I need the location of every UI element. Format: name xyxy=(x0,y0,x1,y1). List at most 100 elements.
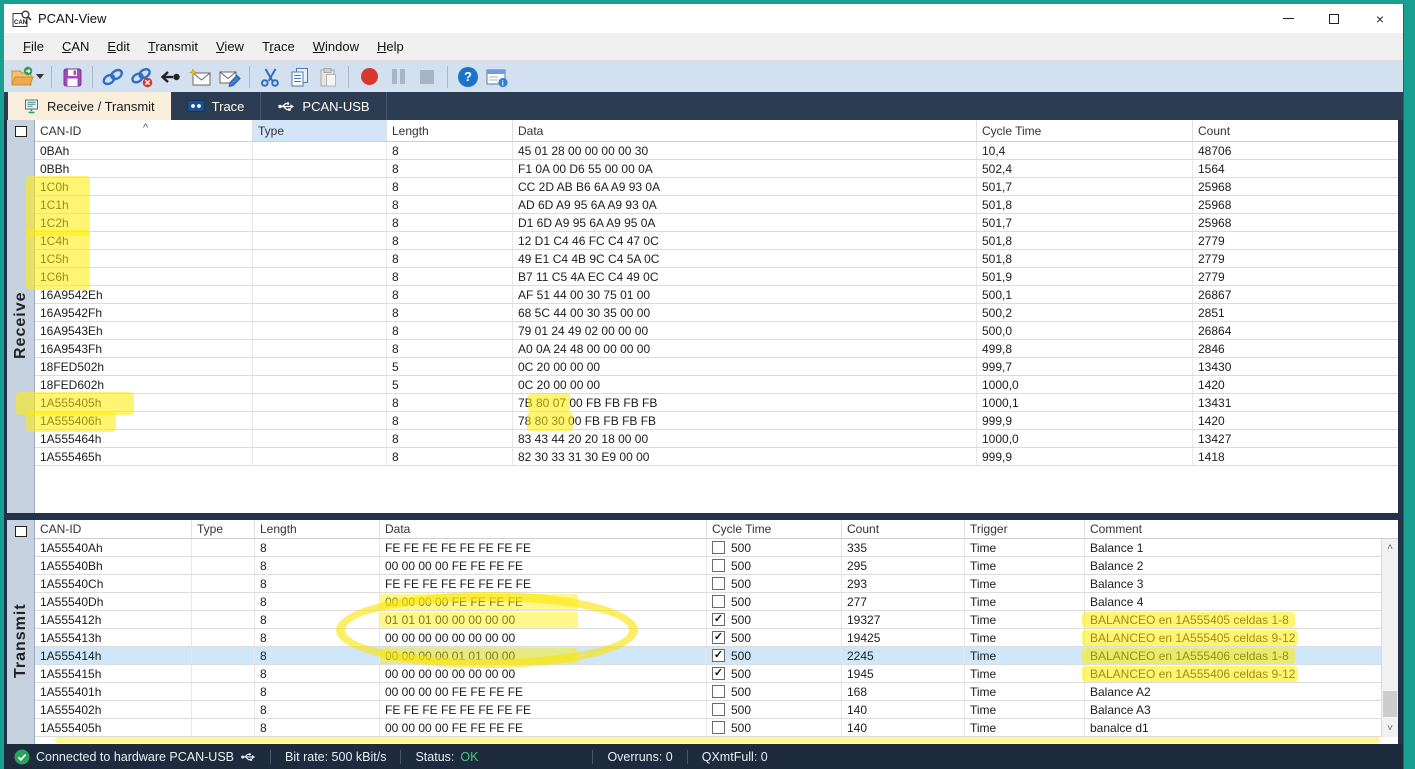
table-row[interactable]: 1A55540Bh800 00 00 00 FE FE FE FE500295T… xyxy=(35,557,1398,575)
periodic-transmit-checkbox[interactable] xyxy=(712,703,725,716)
menu-edit[interactable]: Edit xyxy=(98,35,138,58)
detach-button[interactable] xyxy=(158,64,184,90)
disconnect-button[interactable] xyxy=(129,64,155,90)
table-row[interactable]: 1A555415h800 00 00 00 00 00 00 005001945… xyxy=(35,665,1398,683)
type-cell xyxy=(192,539,255,556)
table-row[interactable]: 1A55540Ah8FE FE FE FE FE FE FE FE500335T… xyxy=(35,539,1398,557)
periodic-transmit-checkbox[interactable] xyxy=(712,721,725,734)
table-row[interactable]: 16A9543Eh879 01 24 49 02 00 00 00500,026… xyxy=(35,322,1398,340)
close-button[interactable]: × xyxy=(1357,4,1403,33)
column-header-type[interactable]: Type xyxy=(253,120,387,141)
tab-trace[interactable]: Trace xyxy=(171,92,262,120)
table-row[interactable]: 0BBh8F1 0A 00 D6 55 00 00 0A502,41564 xyxy=(35,160,1398,178)
table-row[interactable]: 1A55540Ch8FE FE FE FE FE FE FE FE500293T… xyxy=(35,575,1398,593)
table-row[interactable]: 18FED602h50C 20 00 00 001000,01420 xyxy=(35,376,1398,394)
count-cell: 13431 xyxy=(1193,394,1398,411)
column-header-data[interactable]: Data xyxy=(380,520,707,538)
column-header-count[interactable]: Count xyxy=(1193,120,1398,141)
new-message-button[interactable] xyxy=(187,64,213,90)
minimize-button[interactable] xyxy=(1265,4,1311,33)
open-dropdown-caret[interactable] xyxy=(36,74,44,79)
table-row[interactable]: 18FED502h50C 20 00 00 00999,713430 xyxy=(35,358,1398,376)
table-row[interactable]: 16A9543Fh8A0 0A 24 48 00 00 00 00499,828… xyxy=(35,340,1398,358)
table-row[interactable]: 1A555401h800 00 00 00 FE FE FE FE500168T… xyxy=(35,683,1398,701)
table-row[interactable]: 1A55540Dh800 00 00 00 FE FE FE FE500277T… xyxy=(35,593,1398,611)
data-cell: 0C 20 00 00 00 xyxy=(513,376,977,393)
save-button[interactable] xyxy=(59,64,85,90)
panel-select-icon[interactable] xyxy=(15,526,27,537)
table-row[interactable]: 1A555464h883 43 44 20 20 18 00 001000,01… xyxy=(35,430,1398,448)
periodic-transmit-checkbox[interactable] xyxy=(712,631,725,644)
column-header-trigger[interactable]: Trigger xyxy=(965,520,1085,538)
maximize-button[interactable] xyxy=(1311,4,1357,33)
pause-button[interactable] xyxy=(385,64,411,90)
table-row[interactable]: 1C2h8D1 6D A9 95 6A A9 95 0A501,725968 xyxy=(35,214,1398,232)
table-row[interactable]: 1C6h8B7 11 C5 4A EC C4 49 0C501,92779 xyxy=(35,268,1398,286)
edit-message-button[interactable] xyxy=(216,64,242,90)
menu-trace[interactable]: Trace xyxy=(253,35,304,58)
toolbar-separator xyxy=(51,66,52,88)
column-header-length[interactable]: Length xyxy=(255,520,380,538)
table-row[interactable]: 1A555414h800 00 00 00 01 01 00 005002245… xyxy=(35,647,1398,665)
table-row[interactable]: 1A555412h801 01 01 00 00 00 00 005001932… xyxy=(35,611,1398,629)
table-row[interactable]: 1C1h8AD 6D A9 95 6A A9 93 0A501,825968 xyxy=(35,196,1398,214)
count-cell: 25968 xyxy=(1193,214,1398,231)
scrollbar-thumb[interactable] xyxy=(1383,691,1397,717)
table-row[interactable]: 1C4h812 D1 C4 46 FC C4 47 0C501,82779 xyxy=(35,232,1398,250)
menu-help[interactable]: Help xyxy=(368,35,413,58)
help-button[interactable]: ? xyxy=(455,64,481,90)
column-header-data[interactable]: Data xyxy=(513,120,977,141)
tab-pcan-usb[interactable]: PCAN-USB xyxy=(261,92,386,120)
periodic-transmit-checkbox[interactable] xyxy=(712,613,725,626)
periodic-transmit-checkbox[interactable] xyxy=(712,595,725,608)
trigger-cell: Time xyxy=(965,647,1085,664)
menu-window[interactable]: Window xyxy=(304,35,368,58)
column-header-length[interactable]: Length xyxy=(387,120,513,141)
table-row[interactable]: 1A555402h8FE FE FE FE FE FE FE FE500140T… xyxy=(35,701,1398,719)
table-row[interactable]: 16A9542Eh8AF 51 44 00 30 75 01 00500,126… xyxy=(35,286,1398,304)
copy-button[interactable] xyxy=(286,64,312,90)
periodic-transmit-checkbox[interactable] xyxy=(712,577,725,590)
vertical-scrollbar[interactable]: ˄ ˅ xyxy=(1381,539,1398,737)
cut-button[interactable] xyxy=(257,64,283,90)
scroll-up-arrow[interactable]: ˄ xyxy=(1382,539,1398,556)
column-header-can-id[interactable]: CAN-ID xyxy=(35,520,192,538)
table-row[interactable]: 1A555413h800 00 00 00 00 00 00 005001942… xyxy=(35,629,1398,647)
table-row[interactable]: 0BAh845 01 28 00 00 00 00 3010,448706 xyxy=(35,142,1398,160)
column-header-count[interactable]: Count xyxy=(842,520,965,538)
menu-file[interactable]: File xyxy=(14,35,53,58)
periodic-transmit-checkbox[interactable] xyxy=(712,649,725,662)
menu-can[interactable]: CAN xyxy=(53,35,98,58)
paste-icon xyxy=(317,66,339,88)
periodic-transmit-checkbox[interactable] xyxy=(712,685,725,698)
table-row[interactable]: 1A555405h800 00 00 00 FE FE FE FE500140T… xyxy=(35,719,1398,737)
table-row[interactable]: 1C5h849 E1 C4 4B 9C C4 5A 0C501,82779 xyxy=(35,250,1398,268)
table-row[interactable]: 1A555406h878 80 30 00 FB FB FB FB999,914… xyxy=(35,412,1398,430)
tab-receive-transmit[interactable]: Receive / Transmit xyxy=(8,92,171,120)
paste-button[interactable] xyxy=(315,64,341,90)
record-button[interactable] xyxy=(356,64,382,90)
column-header-cycle-time[interactable]: Cycle Time xyxy=(707,520,842,538)
table-row[interactable]: 1A555465h882 30 33 31 30 E9 00 00999,914… xyxy=(35,448,1398,466)
column-header-type[interactable]: Type xyxy=(192,520,255,538)
connect-button[interactable] xyxy=(100,64,126,90)
periodic-transmit-checkbox[interactable] xyxy=(712,541,725,554)
column-header-can-id[interactable]: CAN-ID^ xyxy=(35,120,253,141)
stop-icon xyxy=(420,70,434,84)
panel-divider[interactable] xyxy=(7,513,1398,520)
table-row[interactable]: 1C0h8CC 2D AB B6 6A A9 93 0A501,725968 xyxy=(35,178,1398,196)
column-header-comment[interactable]: Comment xyxy=(1085,520,1398,538)
menu-transmit[interactable]: Transmit xyxy=(139,35,207,58)
scroll-down-arrow[interactable]: ˅ xyxy=(1382,720,1398,737)
stop-button[interactable] xyxy=(414,64,440,90)
periodic-transmit-checkbox[interactable] xyxy=(712,667,725,680)
periodic-transmit-checkbox[interactable] xyxy=(712,559,725,572)
column-header-cycle-time[interactable]: Cycle Time xyxy=(977,120,1193,141)
menu-view[interactable]: View xyxy=(207,35,253,58)
type-cell xyxy=(253,250,387,267)
table-row[interactable]: 1A555405h87B 80 07 00 FB FB FB FB1000,11… xyxy=(35,394,1398,412)
open-button[interactable] xyxy=(10,64,44,90)
table-row[interactable]: 16A9542Fh868 5C 44 00 30 35 00 00500,228… xyxy=(35,304,1398,322)
panel-select-icon[interactable] xyxy=(15,126,27,137)
panel-info-button[interactable]: i xyxy=(484,64,510,90)
